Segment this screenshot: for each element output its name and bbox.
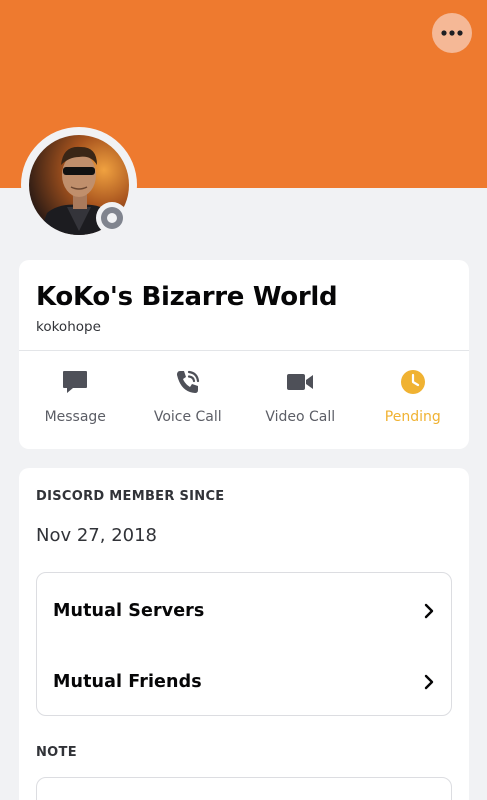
message-label: Message <box>44 409 106 425</box>
voice-call-button[interactable]: Voice Call <box>132 366 245 425</box>
display-name: KoKo's Bizarre World <box>36 282 338 312</box>
user-profile-screen: KoKo's Bizarre World kokohope Message Vo… <box>0 0 487 800</box>
username[interactable]: kokohope <box>36 319 101 335</box>
more-options-button[interactable] <box>432 13 472 53</box>
note-title: NOTE <box>36 745 77 760</box>
video-call-button[interactable]: Video Call <box>244 366 357 425</box>
note-input[interactable] <box>36 777 452 800</box>
mutual-friends-label: Mutual Friends <box>53 671 202 692</box>
offline-status-icon <box>101 207 123 229</box>
action-bar: Message Voice Call Video Call Pending <box>19 366 469 425</box>
mutual-friends-row[interactable]: Mutual Friends <box>37 646 451 717</box>
member-since-title: DISCORD MEMBER SINCE <box>36 489 225 504</box>
mutuals-list: Mutual Servers Mutual Friends <box>36 572 452 716</box>
video-call-label: Video Call <box>265 409 336 425</box>
mutual-servers-label: Mutual Servers <box>53 600 205 621</box>
voice-call-label: Voice Call <box>153 409 222 425</box>
chat-bubble-icon <box>63 371 88 393</box>
ellipsis-icon <box>441 30 463 36</box>
video-camera-icon <box>287 374 314 390</box>
chevron-right-icon <box>424 603 434 618</box>
profile-card: KoKo's Bizarre World kokohope Message Vo… <box>19 260 469 449</box>
info-card: DISCORD MEMBER SINCE Nov 27, 2018 Mutual… <box>19 468 469 800</box>
message-button[interactable]: Message <box>19 366 132 425</box>
divider <box>19 350 469 351</box>
phone-icon <box>176 370 199 393</box>
chevron-right-icon <box>424 674 434 689</box>
status-indicator <box>96 202 128 234</box>
mutual-servers-row[interactable]: Mutual Servers <box>37 575 451 646</box>
pending-label: Pending <box>384 409 441 425</box>
clock-icon <box>400 370 425 394</box>
member-since-date: Nov 27, 2018 <box>36 525 158 546</box>
pending-button[interactable]: Pending <box>357 366 470 425</box>
